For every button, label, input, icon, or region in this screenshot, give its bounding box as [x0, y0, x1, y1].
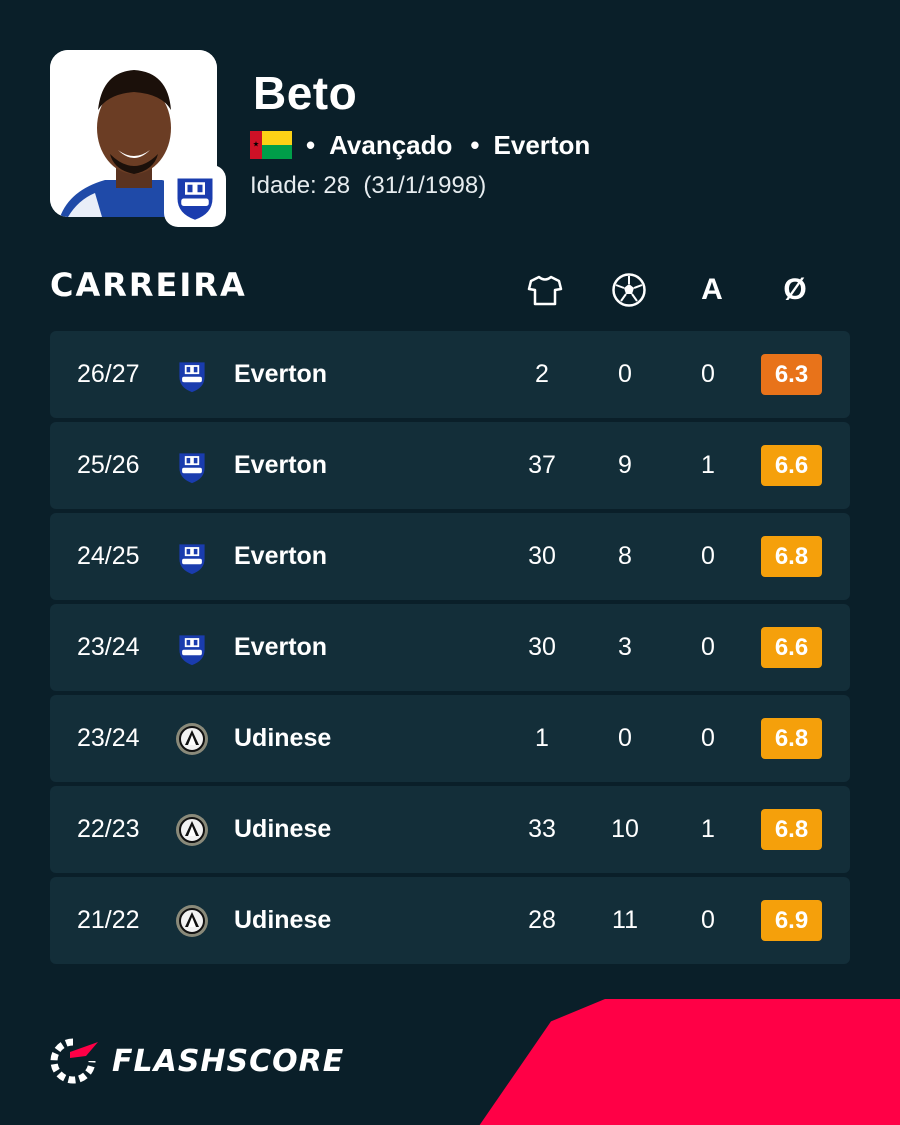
flashscore-logo: FLASHSCORE	[50, 1038, 344, 1084]
udinese-crest-icon	[176, 905, 208, 937]
table-row[interactable]: 23/24 Udinese 1 0 0 6.8	[50, 695, 850, 782]
assists-value: 0	[701, 633, 715, 661]
appearances-value: 1	[535, 724, 549, 752]
football-icon	[612, 273, 646, 307]
team-name: Everton	[234, 542, 328, 570]
everton-crest-icon	[179, 362, 205, 393]
table-row[interactable]: 21/22 Udinese 28 11 0 6.9	[50, 877, 850, 964]
goals-value: 11	[612, 906, 638, 934]
appearances-value: 30	[528, 633, 556, 661]
shirt-icon	[527, 275, 563, 306]
player-name: Beto	[253, 67, 358, 119]
season-label: 23/24	[77, 724, 140, 752]
table-row[interactable]: 23/24 Everton 30 3 0 6.6	[50, 604, 850, 691]
goals-value: 0	[618, 360, 632, 388]
goals-value: 3	[618, 633, 632, 661]
assists-value: 1	[701, 451, 715, 479]
team-name: Everton	[234, 451, 328, 479]
rating-badge: 6.8	[761, 718, 822, 759]
season-label: 21/22	[77, 906, 140, 934]
goals-column-header	[604, 270, 654, 310]
rating-badge: 6.8	[761, 809, 822, 850]
goals-value: 0	[618, 724, 632, 752]
team-name: Everton	[234, 633, 328, 661]
flashscore-logo-icon	[50, 1038, 98, 1084]
career-table: 26/27 Everton 2 0 0 6.3 25/26 Everton 37…	[50, 331, 850, 968]
everton-crest-icon	[179, 544, 205, 575]
assists-value: 0	[701, 360, 715, 388]
goals-value: 10	[611, 815, 639, 843]
rating-badge: 6.6	[761, 627, 822, 668]
table-row[interactable]: 24/25 Everton 30 8 0 6.8	[50, 513, 850, 600]
player-meta: • Avançado • Everton	[250, 128, 590, 162]
team-name: Udinese	[234, 724, 332, 752]
player-position: Avançado	[329, 129, 453, 160]
brand-name: FLASHSCORE	[112, 1043, 345, 1079]
appearances-value: 33	[528, 815, 556, 843]
assists-value: 1	[701, 815, 715, 843]
club-badge	[164, 165, 226, 227]
rating-badge: 6.6	[761, 445, 822, 486]
appearances-value: 28	[528, 906, 556, 934]
goals-value: 8	[618, 542, 632, 570]
season-label: 24/25	[77, 542, 140, 570]
assists-value: 0	[701, 906, 715, 934]
team-name: Udinese	[234, 815, 332, 843]
player-age: Idade: 28 (31/1/1998)	[250, 172, 487, 199]
udinese-crest-icon	[176, 814, 208, 846]
assists-value: 0	[701, 542, 715, 570]
appearances-column-header	[520, 270, 570, 310]
rating-badge: 6.9	[761, 900, 822, 941]
separator-dot: •	[470, 129, 480, 160]
section-title: CARREIRA	[50, 266, 247, 304]
player-club: Everton	[493, 129, 591, 160]
team-name: Udinese	[234, 906, 332, 934]
table-row[interactable]: 25/26 Everton 37 9 1 6.6	[50, 422, 850, 509]
appearances-value: 2	[535, 360, 549, 388]
assists-value: 0	[701, 724, 715, 752]
guinea-bissau-flag-icon	[250, 131, 292, 159]
assists-column-header: A	[701, 273, 723, 306]
appearances-value: 30	[528, 542, 556, 570]
brand-accent-shape	[470, 999, 900, 1125]
season-label: 23/24	[77, 633, 140, 661]
separator-dot: •	[306, 129, 316, 160]
average-rating-column-header: Ø	[783, 273, 807, 306]
rating-badge: 6.3	[761, 354, 822, 395]
goals-value: 9	[618, 451, 632, 479]
everton-crest-icon	[177, 178, 213, 220]
rating-badge: 6.8	[761, 536, 822, 577]
everton-crest-icon	[179, 453, 205, 484]
season-label: 26/27	[77, 360, 140, 388]
table-row[interactable]: 22/23 Udinese 33 10 1 6.8	[50, 786, 850, 873]
udinese-crest-icon	[176, 723, 208, 755]
season-label: 22/23	[77, 815, 140, 843]
table-row[interactable]: 26/27 Everton 2 0 0 6.3	[50, 331, 850, 418]
team-name: Everton	[234, 360, 328, 388]
season-label: 25/26	[77, 451, 140, 479]
everton-crest-icon	[179, 635, 205, 666]
appearances-value: 37	[528, 451, 556, 479]
